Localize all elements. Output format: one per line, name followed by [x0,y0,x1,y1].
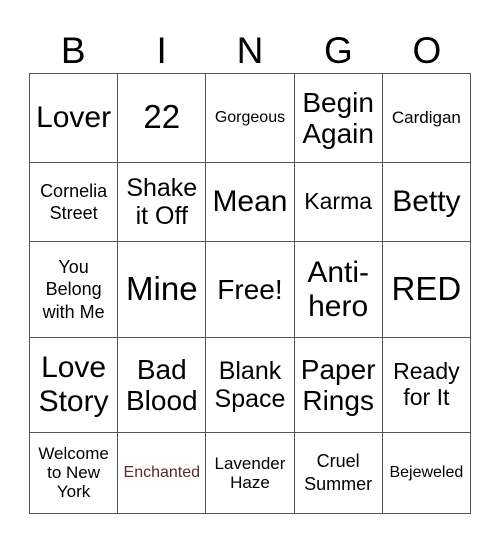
header-letter-i: I [156,30,167,71]
header-letter-o: O [412,30,442,71]
free-space-cell[interactable]: Free! [205,241,295,338]
header-letter-n: N [236,30,264,71]
bingo-cell[interactable]: Bad Blood [117,336,207,433]
bingo-cell[interactable]: Anti-hero [293,241,383,338]
bingo-cell[interactable]: Ready for It [381,336,472,433]
bingo-cell[interactable]: Cardigan [381,73,472,163]
bingo-cell[interactable]: Cornelia Street [28,161,119,243]
bingo-cell[interactable]: Bejeweled [381,431,472,515]
bingo-cell[interactable]: Lover [28,73,119,163]
bingo-cell[interactable]: Enchanted [117,431,207,515]
bingo-row: Welcome to New York Enchanted Lavender H… [28,431,472,515]
bingo-cell[interactable]: Betty [381,161,472,243]
bingo-cell[interactable]: Mine [117,241,207,338]
header-letter-g: G [324,30,353,71]
bingo-cell[interactable]: Shake it Off [117,161,207,243]
bingo-cell[interactable]: Gorgeous [205,73,295,163]
header-letter-b: B [60,30,86,71]
bingo-cell[interactable]: Begin Again [293,73,383,163]
bingo-cell[interactable]: Cruel Summer [293,431,383,515]
bingo-row: Cornelia Street Shake it Off Mean Karma … [28,161,472,243]
bingo-cell[interactable]: Love Story [28,336,119,433]
bingo-cell[interactable]: You Belong with Me [28,241,119,338]
bingo-header: B I N G O [29,30,471,72]
bingo-row: You Belong with Me Mine Free! Anti-hero … [28,241,472,338]
bingo-cell[interactable]: 22 [117,73,207,163]
bingo-cell[interactable]: Blank Space [205,336,295,433]
bingo-cell[interactable]: Lavender Haze [205,431,295,515]
bingo-cell[interactable]: Mean [205,161,295,243]
bingo-cell[interactable]: Welcome to New York [28,431,119,515]
bingo-cell[interactable]: Paper Rings [293,336,383,433]
bingo-cell[interactable]: RED [381,241,472,338]
bingo-row: Lover 22 Gorgeous Begin Again Cardigan [28,73,472,163]
bingo-row: Love Story Bad Blood Blank Space Paper R… [28,336,472,433]
bingo-grid: Lover 22 Gorgeous Begin Again Cardigan C… [28,73,472,515]
bingo-cell[interactable]: Karma [293,161,383,243]
